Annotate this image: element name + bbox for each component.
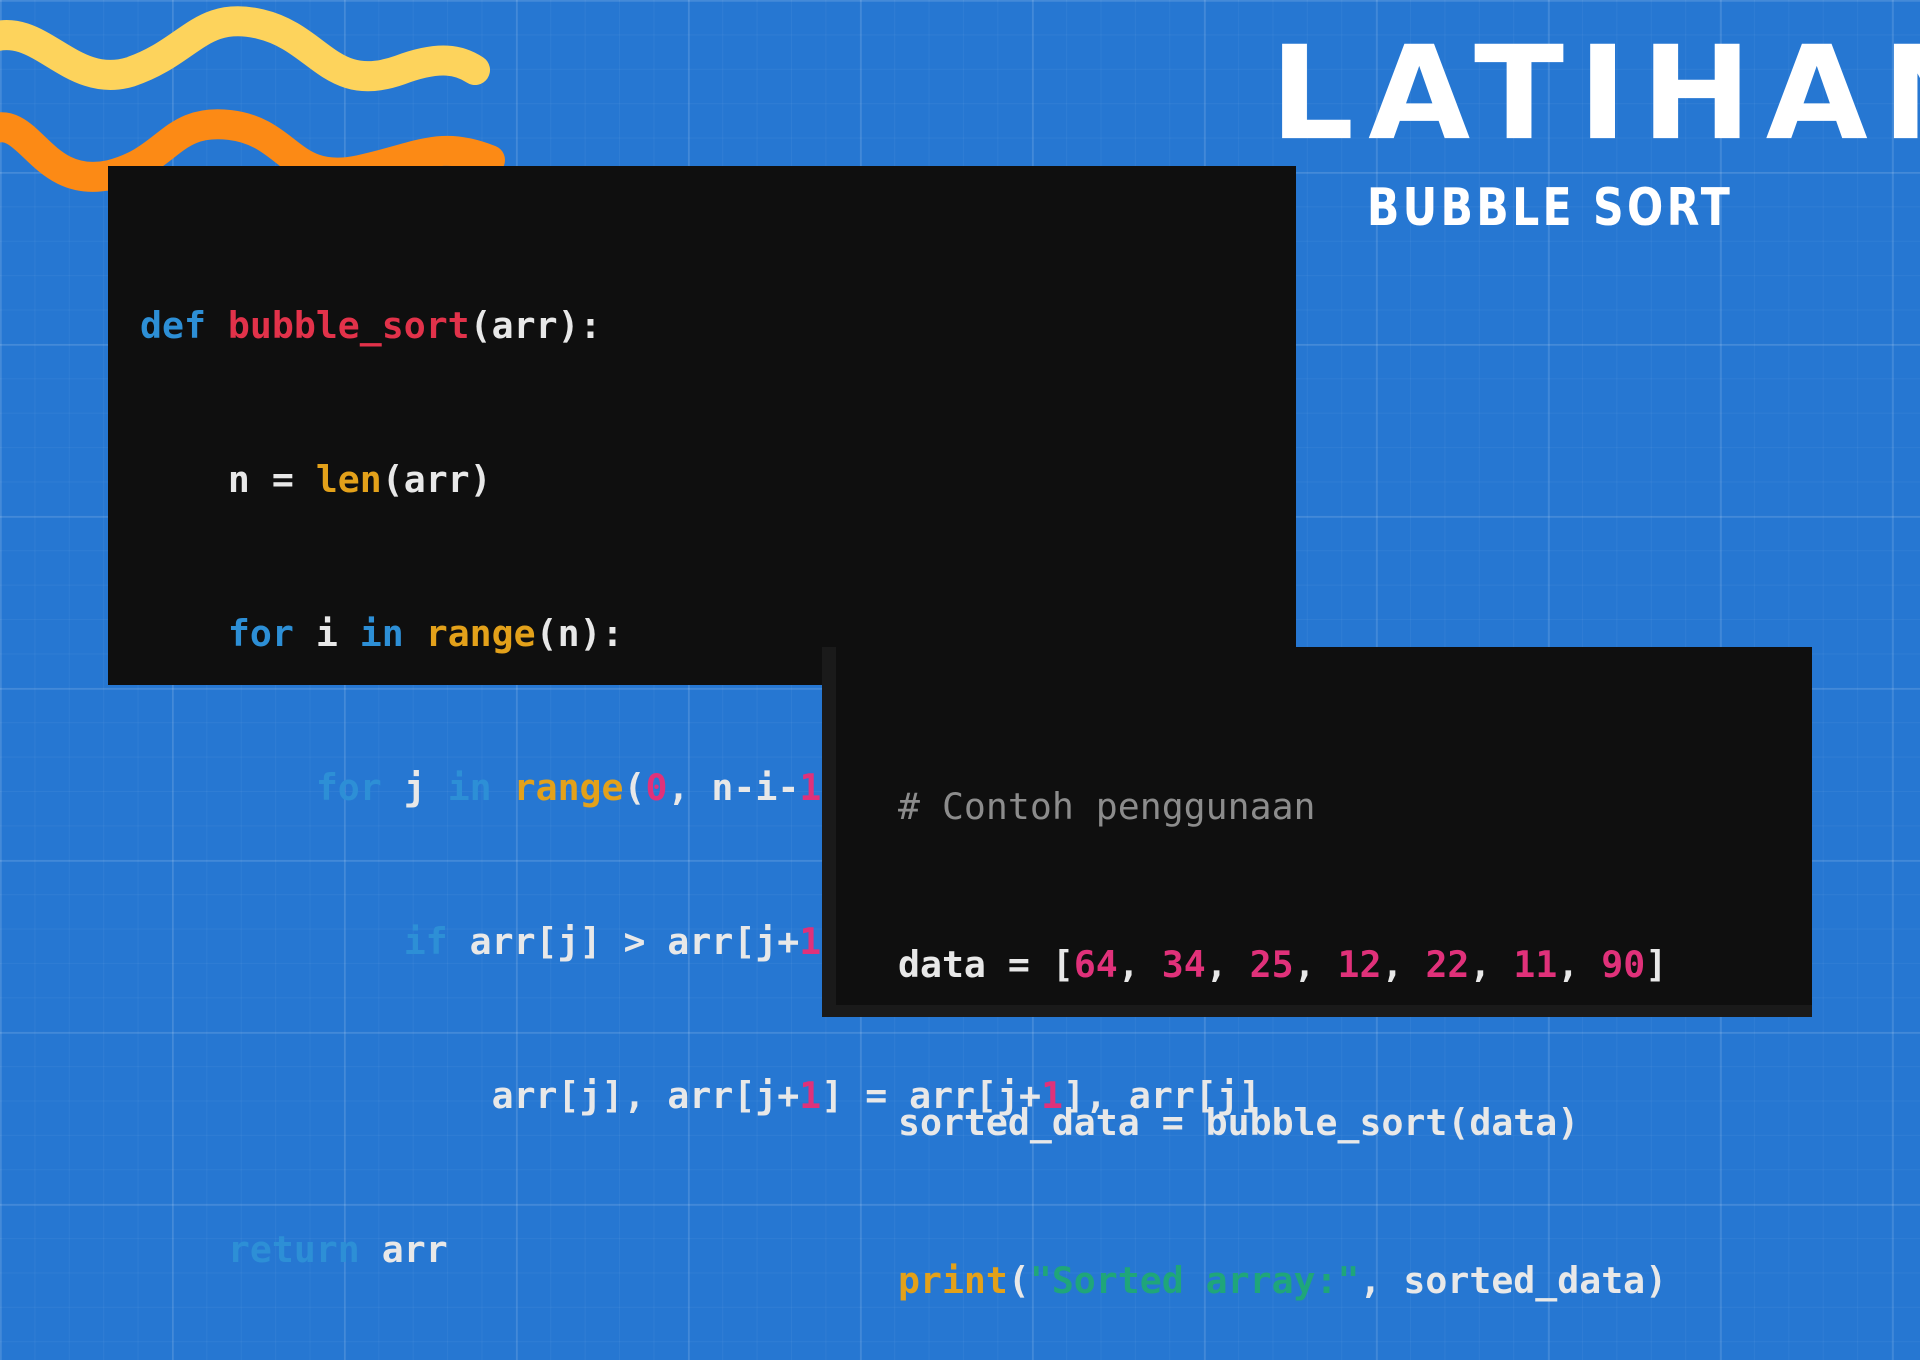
keyword-return: return	[227, 1228, 360, 1271]
title-block: LATIHAN BUBBLE SORT	[1270, 18, 1920, 238]
page-subtitle: BUBBLE SORT	[1366, 178, 1734, 238]
string-literal: "Sorted array:"	[1029, 1259, 1360, 1302]
yellow-squiggle	[0, 6, 490, 92]
code-line-2: n = len(arr)	[140, 446, 1296, 514]
number-literal: 90	[1601, 943, 1646, 986]
number-literal: 34	[1161, 943, 1206, 986]
code-text: arr	[359, 1228, 448, 1271]
code-text: ,	[1205, 943, 1250, 986]
code-text: (	[623, 766, 646, 809]
builtin-range: range	[425, 612, 536, 655]
code-text: (arr)	[381, 458, 492, 501]
code-comment-line: # Contoh penggunaan	[898, 771, 1812, 843]
keyword-in: in	[359, 612, 404, 655]
number-literal: 0	[645, 766, 668, 809]
number-literal: 22	[1425, 943, 1470, 986]
code-text: ,	[1381, 943, 1426, 986]
number-literal: 64	[1073, 943, 1118, 986]
number-literal: 1	[799, 920, 822, 963]
code-text: ,	[1557, 943, 1602, 986]
keyword-for: for	[315, 766, 382, 809]
code-text: ,	[1469, 943, 1514, 986]
code-text: data = [	[898, 943, 1074, 986]
code-text: ,	[1293, 943, 1338, 986]
code-text: ]	[1645, 943, 1668, 986]
code-text: arr[j] > arr[j+	[447, 920, 800, 963]
print-line: print("Sorted array:", sorted_data)	[898, 1245, 1812, 1317]
code-comment: # Contoh penggunaan	[898, 785, 1316, 828]
code-text: j	[381, 766, 448, 809]
code-text: ,	[1117, 943, 1162, 986]
keyword-def: def	[140, 304, 206, 347]
code-text: , sorted_data)	[1359, 1259, 1668, 1302]
keyword-if: if	[403, 920, 448, 963]
code-text: (n):	[535, 612, 624, 655]
usage-example-code-block: # Contoh penggunaan data = [64, 34, 25, …	[822, 647, 1812, 1302]
data-list-line: data = [64, 34, 25, 12, 22, 11, 90]	[898, 929, 1812, 1001]
code-text: n =	[227, 458, 316, 501]
function-name: bubble_sort	[227, 304, 470, 347]
builtin-range: range	[513, 766, 624, 809]
page-title: LATIHAN	[1270, 18, 1920, 170]
number-literal: 1	[799, 1074, 822, 1117]
keyword-for: for	[227, 612, 294, 655]
code-text: i	[293, 612, 360, 655]
code-text: , n-i-	[667, 766, 800, 809]
sorted-call-line: sorted_data = bubble_sort(data)	[898, 1087, 1812, 1159]
number-literal: 25	[1249, 943, 1294, 986]
code-text: (	[1007, 1259, 1030, 1302]
code-text: sorted_data = bubble_sort(data)	[898, 1101, 1580, 1144]
builtin-print: print	[898, 1259, 1008, 1302]
number-literal: 11	[1513, 943, 1558, 986]
code-text: arr[j], arr[j+	[491, 1074, 800, 1117]
number-literal: 12	[1337, 943, 1382, 986]
keyword-in: in	[447, 766, 492, 809]
code-line-1: def bubble_sort(arr):	[140, 292, 1296, 360]
code-text: (arr):	[469, 304, 602, 347]
bubble-sort-code-block: def bubble_sort(arr): n = len(arr) for i…	[108, 166, 1296, 1271]
number-literal: 1	[799, 766, 822, 809]
builtin-len: len	[315, 458, 382, 501]
